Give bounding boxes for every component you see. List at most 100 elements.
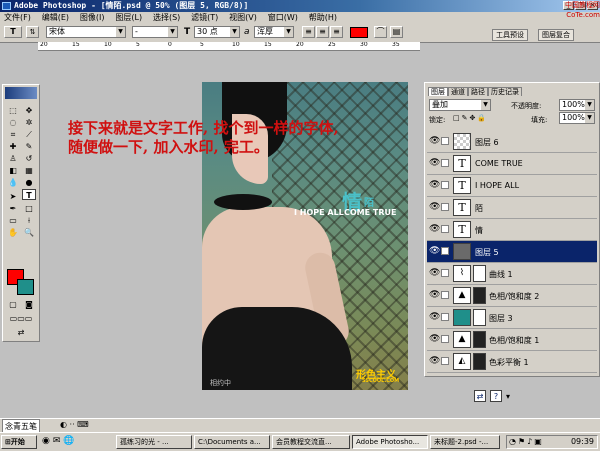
opacity-input[interactable]: 100% (559, 99, 595, 111)
screen-mode-icon[interactable]: ▭▭▭ (6, 313, 36, 324)
menu-view[interactable]: 视图(V) (225, 12, 261, 23)
font-size-select[interactable]: 30 点 (194, 26, 240, 38)
font-family-select[interactable]: 宋体 (46, 26, 126, 38)
magic-wand-icon[interactable]: ✲ (22, 117, 36, 128)
help-icon[interactable]: ? (490, 390, 502, 402)
tab-tool-presets[interactable]: 工具预设 (492, 29, 528, 41)
menu-image[interactable]: 图像(I) (76, 12, 109, 23)
type-tool-icon[interactable]: T (22, 189, 36, 200)
pen-tool-icon[interactable]: ✒ (6, 203, 20, 214)
move-tool-icon[interactable]: ✥ (22, 105, 36, 116)
text-color-swatch[interactable] (350, 27, 368, 38)
taskbar-item[interactable]: 未标题-2.psd -... (430, 435, 500, 449)
layer-row[interactable]: 👁 T COME TRUE (427, 153, 597, 175)
history-brush-icon[interactable]: ↺ (22, 153, 36, 164)
tray-icons[interactable]: ◔⚑♪▣ (509, 437, 544, 446)
eye-icon[interactable]: 👁 (429, 158, 440, 168)
tab-layer-comps[interactable]: 图层复合 (538, 29, 574, 41)
taskbar-item[interactable]: C:\Documents a... (194, 435, 270, 449)
link-checkbox[interactable] (441, 225, 449, 233)
quick-mask-icon[interactable]: ◙ (22, 299, 36, 310)
ime-mode-icons[interactable]: ◐ ·· ⌨ (60, 420, 89, 429)
link-checkbox[interactable] (441, 181, 449, 189)
menu-layer[interactable]: 图层(L) (111, 12, 146, 23)
layer-row[interactable]: 👁 ◭ 色彩平衡 1 (427, 351, 597, 373)
blur-tool-icon[interactable]: 💧 (6, 177, 20, 188)
link-checkbox[interactable] (441, 313, 449, 321)
menu-file[interactable]: 文件(F) (0, 12, 35, 23)
link-checkbox[interactable] (441, 269, 449, 277)
fill-input[interactable]: 100% (559, 112, 595, 124)
align-center-icon[interactable]: ≡ (316, 26, 329, 38)
layer-row-selected[interactable]: 👁 图层 5 (427, 241, 597, 263)
link-checkbox[interactable] (441, 335, 449, 343)
quick-launch-icons[interactable]: ◉✉🌐 (42, 436, 78, 446)
tab-layers[interactable]: 图层 (428, 87, 448, 96)
menu-filter[interactable]: 滤镜(T) (187, 12, 222, 23)
link-checkbox[interactable] (441, 291, 449, 299)
eye-icon[interactable]: 👁 (429, 246, 440, 256)
eye-icon[interactable]: 👁 (429, 334, 440, 344)
brush-tool-icon[interactable]: ✎ (22, 141, 36, 152)
link-checkbox[interactable] (441, 357, 449, 365)
lock-options-icon[interactable]: □✎✥🔒 (453, 114, 488, 122)
eye-icon[interactable]: 👁 (429, 356, 440, 366)
link-checkbox[interactable] (441, 203, 449, 211)
stamp-tool-icon[interactable]: ♙ (6, 153, 20, 164)
background-color-swatch[interactable] (17, 279, 34, 295)
eye-icon[interactable]: 👁 (429, 268, 440, 278)
slice-tool-icon[interactable]: ⟋ (22, 129, 36, 140)
dodge-tool-icon[interactable]: ● (22, 177, 36, 188)
shape-tool-icon[interactable]: □ (22, 203, 36, 214)
eye-icon[interactable]: 👁 (429, 224, 440, 234)
menu-edit[interactable]: 编辑(E) (38, 12, 73, 23)
zoom-tool-icon[interactable]: 🔍 (22, 227, 36, 238)
gradient-tool-icon[interactable]: ▦ (22, 165, 36, 176)
layer-row[interactable]: 👁 T 情 (427, 219, 597, 241)
taskbar-item[interactable]: 会员教程交流直... (272, 435, 350, 449)
path-select-icon[interactable]: ➤ (6, 191, 20, 202)
eye-icon[interactable]: 👁 (429, 202, 440, 212)
menu-help[interactable]: 帮助(H) (305, 12, 341, 23)
layer-row[interactable]: 👁 T I HOPE ALL (427, 175, 597, 197)
start-button[interactable]: ⊞开始 (1, 435, 37, 449)
tab-channels[interactable]: 通道 (448, 87, 468, 96)
healing-brush-icon[interactable]: ✚ (6, 141, 20, 152)
jump-to-imageready-icon[interactable]: ⇄ (6, 327, 36, 338)
eye-icon[interactable]: 👁 (429, 290, 440, 300)
eraser-tool-icon[interactable]: ◧ (6, 165, 20, 176)
link-checkbox[interactable] (441, 137, 449, 145)
layer-row[interactable]: 👁 图层 3 (427, 307, 597, 329)
antialias-select[interactable]: 浑厚 (254, 26, 294, 38)
type-tool-preset-button[interactable]: T (4, 26, 22, 38)
layer-row[interactable]: 👁 图层 6 (427, 131, 597, 153)
align-left-icon[interactable]: ≡ (302, 26, 315, 38)
lasso-tool-icon[interactable]: ◌ (6, 117, 20, 128)
adobe-online-icon[interactable] (5, 87, 37, 99)
crop-tool-icon[interactable]: ⌗ (6, 129, 20, 140)
warp-text-icon[interactable]: ⌒ (374, 26, 387, 38)
tab-history[interactable]: 历史记录 (488, 87, 522, 96)
align-right-icon[interactable]: ≡ (330, 26, 343, 38)
menu-window[interactable]: 窗口(W) (264, 12, 302, 23)
layer-row[interactable]: 👁 ⌇ 曲线 1 (427, 263, 597, 285)
eye-icon[interactable]: 👁 (429, 136, 440, 146)
character-palette-icon[interactable]: ▤ (390, 26, 403, 38)
standard-mode-icon[interactable]: ▢ (6, 299, 20, 310)
notes-tool-icon[interactable]: ▭ (6, 215, 20, 226)
layer-row[interactable]: 👁 ▲ 色相/饱和度 1 (427, 329, 597, 351)
eye-icon[interactable]: 👁 (429, 312, 440, 322)
eyedropper-icon[interactable]: ⟊ (22, 215, 36, 226)
taskbar-item-active[interactable]: Adobe Photosho... (352, 435, 428, 449)
text-orientation-icon[interactable]: ⇅ (26, 26, 39, 38)
layer-row[interactable]: 👁 ▲ 色相/饱和度 2 (427, 285, 597, 307)
font-style-select[interactable]: - (132, 26, 178, 38)
imageready-jump-icon[interactable]: ⇄ (474, 390, 486, 402)
panel-options-arrow-icon[interactable]: ▾ (506, 392, 510, 401)
layer-row[interactable]: 👁 T 陌 (427, 197, 597, 219)
menu-select[interactable]: 选择(S) (149, 12, 184, 23)
hand-tool-icon[interactable]: ✋ (6, 227, 20, 238)
marquee-tool-icon[interactable]: ⬚ (6, 105, 20, 116)
blend-mode-select[interactable]: 叠加 (429, 99, 491, 111)
link-checkbox[interactable] (441, 159, 449, 167)
